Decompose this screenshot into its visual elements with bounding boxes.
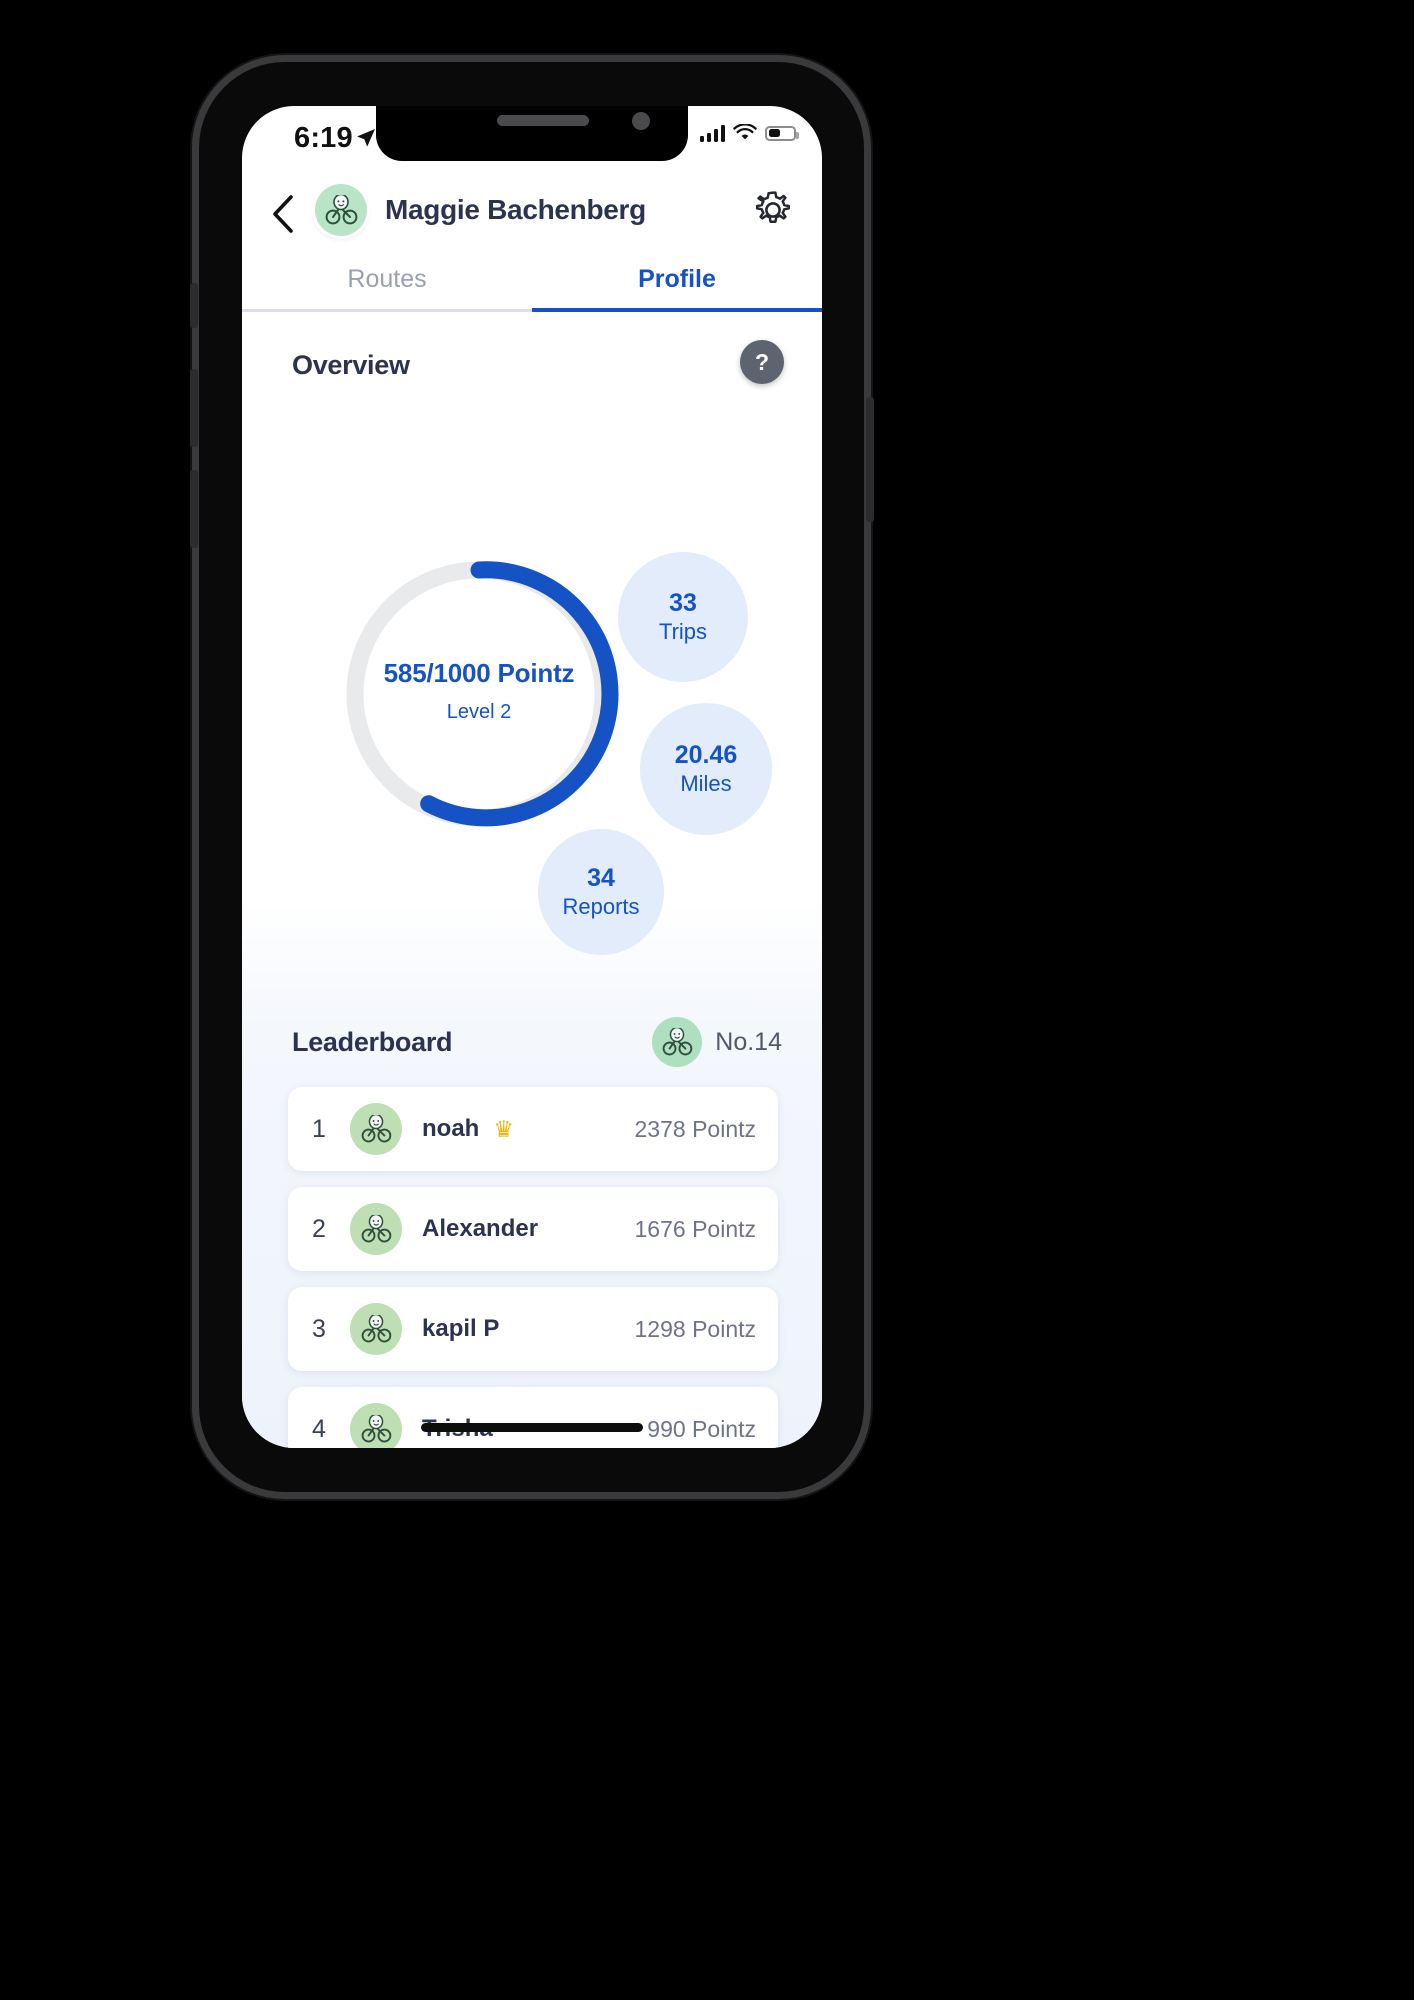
my-rank-label: No.14 <box>715 1027 782 1056</box>
table-row[interactable]: 2 Alexander 1676 Pointz <box>288 1187 778 1271</box>
battery-icon <box>765 125 799 141</box>
help-label: ? <box>754 348 770 375</box>
pointz-value: 585/1000 Pointz <box>383 658 575 688</box>
overview-title: Overview <box>292 350 410 380</box>
pointz-progress-ring: 585/1000 Pointz Level 2 <box>339 554 619 834</box>
table-row[interactable]: 4 Trisha 990 Pointz <box>288 1387 778 1448</box>
rank-number: 4 <box>312 1414 326 1443</box>
player-name: noah <box>422 1115 480 1142</box>
overview-header: Overview <box>292 350 782 381</box>
bike-rider-avatar-icon <box>350 1103 402 1155</box>
phone-screen: 6:19 Maggie Bachenberg Routes Profile Ov… <box>242 106 822 1448</box>
stat-trips-value: 33 <box>669 589 697 618</box>
mute-switch[interactable] <box>190 283 198 328</box>
screenshot-stage: 6:19 Maggie Bachenberg Routes Profile Ov… <box>0 0 1414 2000</box>
gear-icon <box>755 190 791 223</box>
stat-bubble-reports[interactable]: 34 Reports <box>538 829 664 955</box>
leaderboard-header: Leaderboard No.14 <box>292 1017 782 1067</box>
stat-bubble-trips[interactable]: 33 Trips <box>618 552 748 682</box>
stat-miles-label: Miles <box>680 770 732 796</box>
stat-reports-label: Reports <box>562 893 640 919</box>
leaderboard-list: 1 noah ♛ 2378 Pointz 2 Alexander 1676 Po… <box>288 1087 778 1448</box>
player-points: 1676 Pointz <box>634 1215 756 1242</box>
bike-rider-avatar-icon <box>350 1403 402 1448</box>
bike-rider-avatar-icon <box>350 1303 402 1355</box>
donut-center-labels: 585/1000 Pointz Level 2 <box>339 658 619 724</box>
status-bar-indicators <box>699 124 799 142</box>
power-button[interactable] <box>866 397 874 522</box>
chevron-left-icon <box>273 194 293 233</box>
stat-reports-value: 34 <box>587 864 615 893</box>
page-title: Maggie Bachenberg <box>385 193 646 225</box>
tab-bar: Routes Profile <box>242 251 822 312</box>
player-name: Alexander <box>422 1215 539 1242</box>
tab-profile-label: Profile <box>638 265 716 293</box>
my-rank-chip[interactable]: No.14 <box>652 1017 782 1067</box>
volume-up-button[interactable] <box>190 369 198 447</box>
earpiece-speaker <box>497 115 589 126</box>
rank-number: 1 <box>312 1114 326 1143</box>
profile-scroll-area[interactable]: Overview ? 585/1000 Pointz Level 2 33 Tr <box>242 312 822 1448</box>
bike-rider-avatar-icon <box>350 1203 402 1255</box>
back-button[interactable] <box>270 188 304 233</box>
tab-routes[interactable]: Routes <box>242 251 532 312</box>
volume-down-button[interactable] <box>190 470 198 548</box>
status-bar-time: 6:19 <box>294 122 353 154</box>
rank-number: 3 <box>312 1314 326 1343</box>
crown-icon: ♛ <box>493 1115 514 1142</box>
home-indicator[interactable] <box>421 1423 643 1432</box>
player-name: kapil P <box>422 1315 500 1342</box>
location-arrow-icon <box>355 127 377 149</box>
tab-profile[interactable]: Profile <box>532 251 822 312</box>
stat-miles-value: 20.46 <box>674 741 738 770</box>
avatar[interactable] <box>315 183 367 236</box>
player-points: 990 Pointz <box>647 1415 756 1442</box>
bike-rider-avatar-icon <box>652 1017 703 1067</box>
bike-rider-avatar-icon <box>324 194 358 225</box>
cellular-bars-icon <box>699 124 725 142</box>
stat-trips-label: Trips <box>658 618 708 644</box>
level-value: Level 2 <box>446 701 512 723</box>
rank-number: 2 <box>312 1214 326 1243</box>
table-row[interactable]: 3 kapil P 1298 Pointz <box>288 1287 778 1371</box>
wifi-icon <box>733 124 757 140</box>
tab-routes-label: Routes <box>347 265 427 293</box>
table-row[interactable]: 1 noah ♛ 2378 Pointz <box>288 1087 778 1171</box>
player-points: 2378 Pointz <box>634 1115 756 1142</box>
help-button[interactable]: ? <box>740 340 784 384</box>
stat-bubble-miles[interactable]: 20.46 Miles <box>640 703 772 835</box>
app-header: Maggie Bachenberg <box>242 168 822 251</box>
player-points: 1298 Pointz <box>634 1315 756 1342</box>
settings-button[interactable] <box>752 189 794 231</box>
leaderboard-title: Leaderboard <box>292 1026 453 1057</box>
front-camera <box>632 112 650 130</box>
